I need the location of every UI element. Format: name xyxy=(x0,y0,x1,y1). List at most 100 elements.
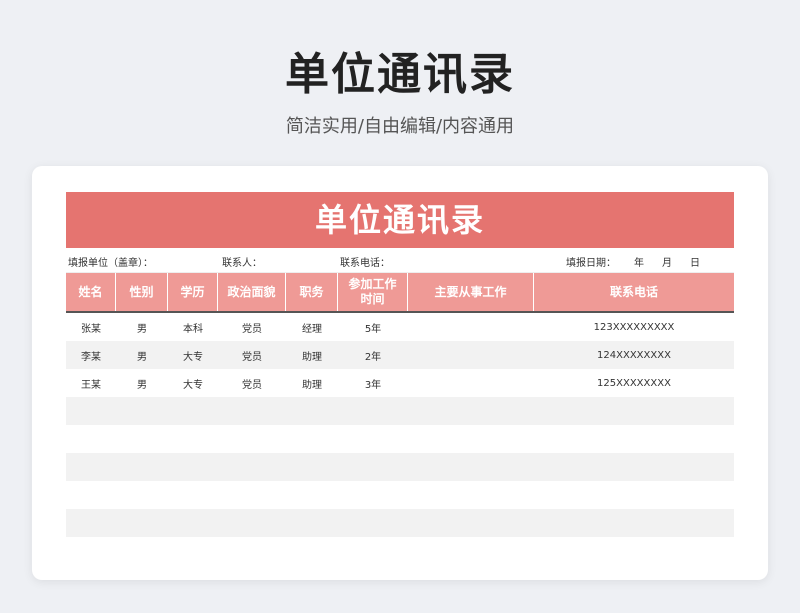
unit-label: 填报单位（盖章）： xyxy=(68,258,153,269)
cell-phone[interactable]: 123XXXXXXXXX xyxy=(534,313,734,341)
phone-label: 联系电话： xyxy=(340,258,390,269)
cell-phone[interactable] xyxy=(534,509,734,537)
cell-political[interactable] xyxy=(218,397,286,425)
cell-name[interactable] xyxy=(66,509,116,537)
cell-political[interactable] xyxy=(218,453,286,481)
cell-work-time[interactable]: 2年 xyxy=(338,341,408,369)
cell-work-time[interactable] xyxy=(338,481,408,509)
cell-phone[interactable] xyxy=(534,397,734,425)
page-subtitle: 简洁实用/自由编辑/内容通用 xyxy=(285,116,515,137)
cell-gender[interactable] xyxy=(116,397,168,425)
table-row xyxy=(66,397,734,425)
cell-main-work[interactable] xyxy=(408,453,534,481)
cell-main-work[interactable] xyxy=(408,425,534,453)
cell-gender[interactable] xyxy=(116,537,168,565)
cell-political[interactable] xyxy=(218,425,286,453)
cell-gender[interactable] xyxy=(116,481,168,509)
cell-education[interactable] xyxy=(168,509,218,537)
cell-name[interactable] xyxy=(66,425,116,453)
cell-gender[interactable]: 男 xyxy=(116,313,168,341)
cell-phone[interactable] xyxy=(534,481,734,509)
table-body: 张某男本科 党员 经理 5年 123XXXXXXXXX 李某男大专 党员 助理 2年 124XXX… xyxy=(66,313,734,565)
cell-work-time[interactable]: 3年 xyxy=(338,369,408,397)
column-header-work-time: 参加工作时间 xyxy=(338,273,408,311)
spreadsheet: 单位通讯录 填报单位（盖章）： 联系人： 联系电话： 填报日期： 年 月 日 姓… xyxy=(66,192,734,565)
cell-gender[interactable] xyxy=(116,453,168,481)
table-row: 王某男大专 党员 助理 3年 125XXXXXXXX xyxy=(66,369,734,397)
cell-main-work[interactable] xyxy=(408,341,534,369)
cell-main-work[interactable] xyxy=(408,369,534,397)
day-label: 日 xyxy=(690,258,700,269)
cell-position[interactable] xyxy=(286,425,338,453)
sheet-banner: 单位通讯录 xyxy=(66,192,734,248)
document-card: 单位通讯录 填报单位（盖章）： 联系人： 联系电话： 填报日期： 年 月 日 姓… xyxy=(32,166,768,580)
table-row xyxy=(66,425,734,453)
cell-name[interactable]: 李某 xyxy=(66,341,116,369)
column-header-gender: 性别 xyxy=(116,273,168,311)
cell-education[interactable] xyxy=(168,537,218,565)
cell-position[interactable] xyxy=(286,453,338,481)
cell-political[interactable]: 党员 xyxy=(218,341,286,369)
cell-position[interactable] xyxy=(286,537,338,565)
cell-name[interactable]: 张某 xyxy=(66,313,116,341)
cell-phone[interactable]: 124XXXXXXXX xyxy=(534,341,734,369)
cell-political[interactable] xyxy=(218,509,286,537)
cell-name[interactable] xyxy=(66,397,116,425)
cell-education[interactable]: 大专 xyxy=(168,341,218,369)
cell-gender[interactable]: 男 xyxy=(116,341,168,369)
table-row xyxy=(66,453,734,481)
cell-education[interactable] xyxy=(168,425,218,453)
cell-name[interactable]: 王某 xyxy=(66,369,116,397)
cell-position[interactable]: 经理 xyxy=(286,313,338,341)
table-row xyxy=(66,509,734,537)
cell-political[interactable]: 党员 xyxy=(218,369,286,397)
column-header-political: 政治面貌 xyxy=(218,273,286,311)
cell-education[interactable] xyxy=(168,453,218,481)
cell-work-time[interactable] xyxy=(338,425,408,453)
page-title: 单位通讯录 xyxy=(285,49,515,100)
cell-position[interactable]: 助理 xyxy=(286,369,338,397)
table-header: 姓名 性别 学历 政治面貌 职务 参加工作时间 主要从事工作 联系电话 xyxy=(66,273,734,313)
column-header-position: 职务 xyxy=(286,273,338,311)
cell-main-work[interactable] xyxy=(408,481,534,509)
cell-phone[interactable] xyxy=(534,537,734,565)
year-label: 年 xyxy=(634,258,644,269)
cell-main-work[interactable] xyxy=(408,537,534,565)
cell-work-time[interactable] xyxy=(338,537,408,565)
cell-work-time[interactable]: 5年 xyxy=(338,313,408,341)
cell-education[interactable] xyxy=(168,481,218,509)
cell-position[interactable] xyxy=(286,481,338,509)
cell-gender[interactable]: 男 xyxy=(116,369,168,397)
cell-name[interactable] xyxy=(66,481,116,509)
table-row xyxy=(66,481,734,509)
cell-gender[interactable] xyxy=(116,509,168,537)
column-header-education: 学历 xyxy=(168,273,218,311)
cell-position[interactable] xyxy=(286,509,338,537)
cell-education[interactable]: 大专 xyxy=(168,369,218,397)
column-header-phone: 联系电话 xyxy=(609,284,658,299)
cell-work-time[interactable] xyxy=(338,397,408,425)
cell-education[interactable] xyxy=(168,397,218,425)
cell-work-time[interactable] xyxy=(338,509,408,537)
cell-position[interactable] xyxy=(286,397,338,425)
cell-work-time[interactable] xyxy=(338,453,408,481)
cell-political[interactable]: 党员 xyxy=(218,313,286,341)
cell-main-work[interactable] xyxy=(408,397,534,425)
cell-political[interactable] xyxy=(218,537,286,565)
month-label: 月 xyxy=(662,258,672,269)
contact-label: 联系人： xyxy=(222,258,262,269)
cell-main-work[interactable] xyxy=(408,509,534,537)
cell-political[interactable] xyxy=(218,481,286,509)
cell-phone[interactable] xyxy=(534,453,734,481)
cell-phone[interactable] xyxy=(534,425,734,453)
table-row: 李某男大专 党员 助理 2年 124XXXXXXXX xyxy=(66,341,734,369)
cell-education[interactable]: 本科 xyxy=(168,313,218,341)
cell-main-work[interactable] xyxy=(408,313,534,341)
cell-position[interactable]: 助理 xyxy=(286,341,338,369)
cell-name[interactable] xyxy=(66,537,116,565)
date-label: 填报日期： xyxy=(566,258,616,269)
cell-phone[interactable]: 125XXXXXXXX xyxy=(534,369,734,397)
cell-name[interactable] xyxy=(66,453,116,481)
cell-gender[interactable] xyxy=(116,425,168,453)
info-row: 填报单位（盖章）： 联系人： 联系电话： 填报日期： 年 月 日 xyxy=(66,248,734,273)
